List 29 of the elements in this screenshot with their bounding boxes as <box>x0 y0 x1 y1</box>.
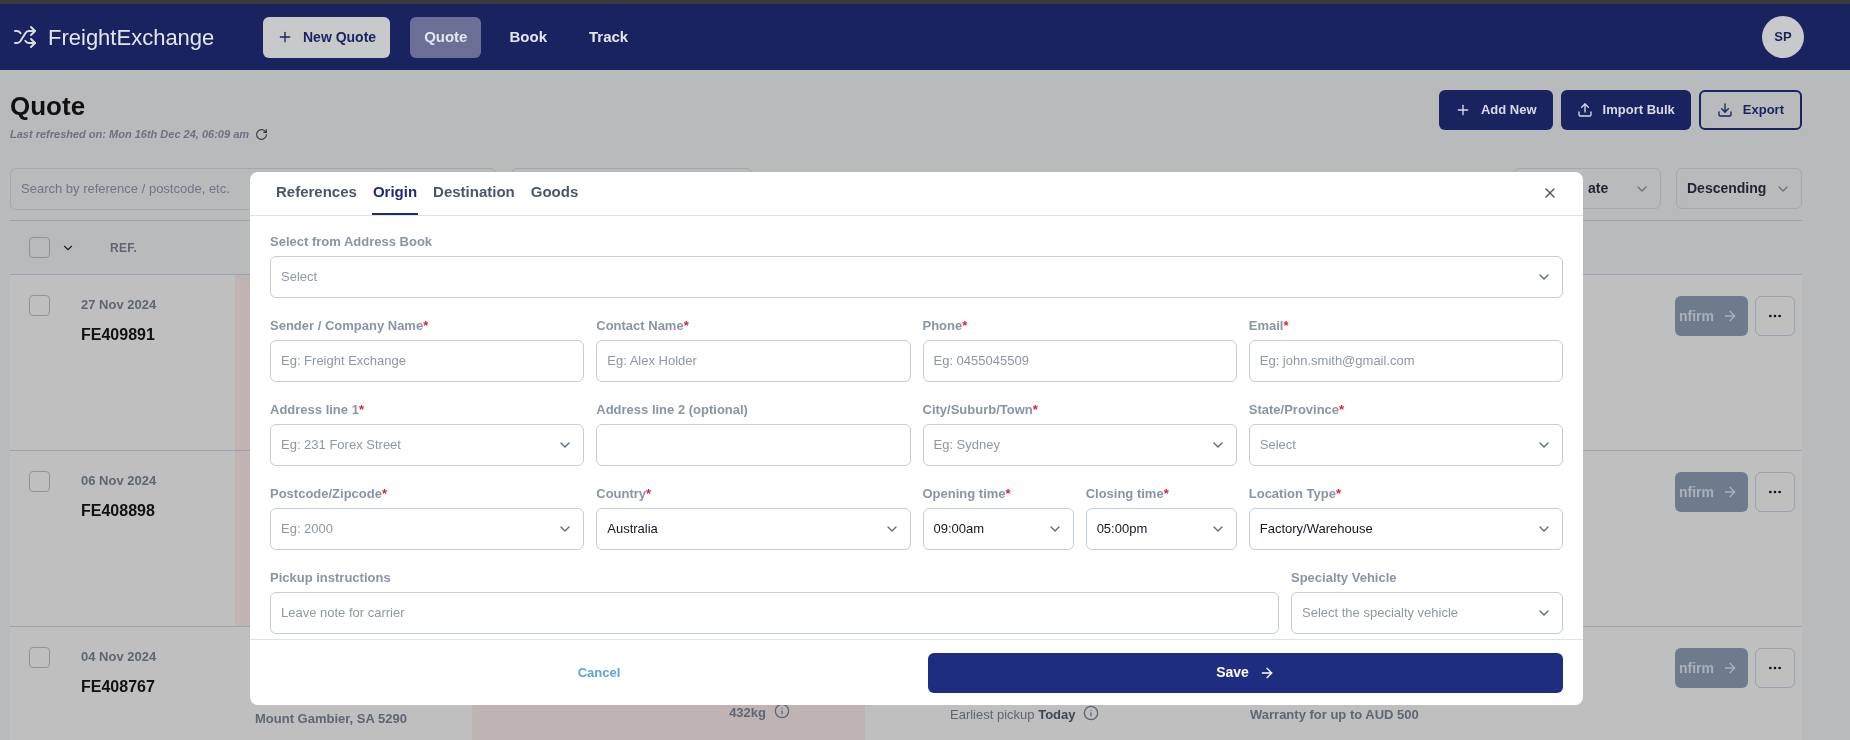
field-label: Postcode/Zipcode* <box>270 486 389 502</box>
field-label: Address line 1* <box>270 402 365 418</box>
field-label: Contact Name* <box>596 318 690 334</box>
pickup-text: Earliest pickup Today <box>950 706 1076 724</box>
field-label: State/Province* <box>1248 402 1346 418</box>
field-label: Address line 2 (optional) <box>596 402 749 418</box>
page-title: Quote <box>10 90 87 122</box>
field-label: Specialty Vehicle <box>1291 570 1398 586</box>
field-label: Email* <box>1248 318 1290 334</box>
field-label: Location Type* <box>1248 486 1342 502</box>
field-label: Pickup instructions <box>270 570 392 586</box>
field-label: Phone* <box>922 318 969 334</box>
field-label: Country* <box>596 486 653 502</box>
reference-text: FE408898 <box>81 500 156 521</box>
reference-text: FE409891 <box>81 324 156 345</box>
column-header: REF. <box>110 239 138 257</box>
field-label: City/Suburb/Town* <box>922 402 1039 418</box>
reference-text: FE408767 <box>81 676 156 697</box>
origin-text: Mount Gambier, SA 5290 <box>255 711 407 726</box>
field-label: Select from Address Book <box>270 234 434 250</box>
last-refreshed-text: Last refreshed on: Mon 16th Dec 24, 06:09 am <box>10 127 250 142</box>
warranty-text: Warranty for up to AUD 500 <box>1250 707 1419 722</box>
date-text: 04 Nov 2024 <box>81 648 157 666</box>
field-label: Opening time* <box>922 486 1012 502</box>
date-text: 27 Nov 2024 <box>81 296 157 314</box>
date-text: 06 Nov 2024 <box>81 472 157 490</box>
weight-text: 432kg <box>729 704 766 722</box>
field-label: Closing time* <box>1085 486 1170 502</box>
field-label: Sender / Company Name* <box>270 318 430 334</box>
